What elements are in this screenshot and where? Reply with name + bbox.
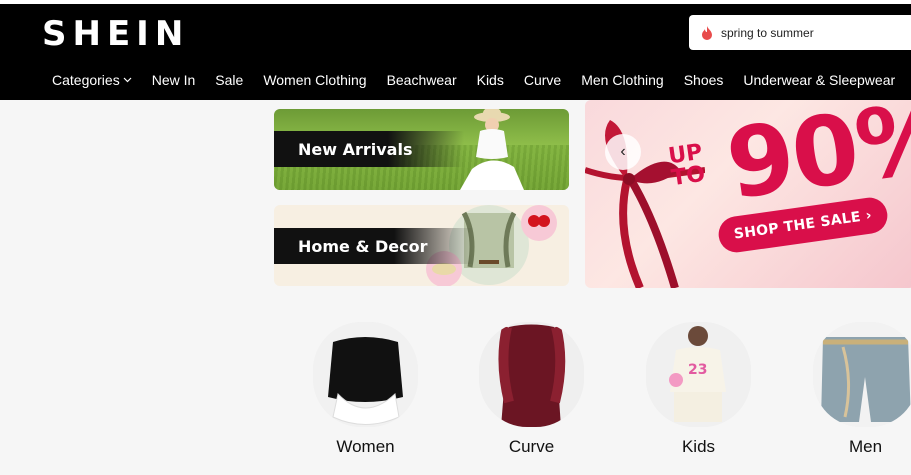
chevron-down-icon	[123, 77, 132, 83]
category-men[interactable]: Men	[813, 322, 911, 457]
nav-curve[interactable]: Curve	[524, 72, 561, 88]
nav-sale[interactable]: Sale	[215, 72, 243, 88]
site-header: SHEIN Categories New In Sale Women Cloth…	[0, 4, 911, 100]
home-decor-banner[interactable]: Home & Decor	[274, 205, 569, 286]
nav-beachwear[interactable]: Beachwear	[387, 72, 457, 88]
svg-text:23: 23	[688, 362, 707, 378]
trending-flame-icon	[702, 25, 712, 40]
category-curve-label: Curve	[508, 437, 555, 456]
nav-label: Categories	[52, 72, 120, 88]
chevron-left-icon: ‹	[620, 143, 626, 160]
category-kids[interactable]: 23 Kids	[646, 322, 751, 457]
model-photo	[460, 109, 524, 190]
promo-up-to-text: UP TO	[666, 139, 707, 192]
category-men-label: Men	[848, 437, 883, 456]
category-curve[interactable]: Curve	[479, 322, 584, 457]
nav-kids[interactable]: Kids	[477, 72, 504, 88]
shein-logo[interactable]: SHEIN	[42, 14, 189, 54]
new-arrivals-label: New Arrivals	[274, 131, 464, 167]
category-nav: Categories New In Sale Women Clothing Be…	[52, 72, 911, 88]
nav-new-in[interactable]: New In	[152, 72, 196, 88]
sale-promo-banner[interactable]: ‹ UP TO 90% SHOP THE SALE ›	[585, 100, 911, 288]
category-kids-label: Kids	[681, 437, 716, 456]
category-men-image	[813, 322, 911, 427]
gift-ribbon-graphic	[585, 120, 705, 288]
category-row: Women Curve 23 Kids Men	[0, 322, 911, 456]
search-input[interactable]	[721, 25, 911, 40]
category-women-label: Women	[336, 437, 395, 456]
nav-underwear-sleepwear[interactable]: Underwear & Sleepwear	[743, 72, 895, 88]
carousel-prev-button[interactable]: ‹	[605, 134, 641, 170]
category-women[interactable]: Women	[313, 322, 418, 457]
nav-women-clothing[interactable]: Women Clothing	[263, 72, 366, 88]
search-box[interactable]	[689, 15, 911, 50]
nav-men-clothing[interactable]: Men Clothing	[581, 72, 664, 88]
nav-categories[interactable]: Categories	[52, 72, 132, 88]
nav-shoes[interactable]: Shoes	[684, 72, 724, 88]
category-women-image	[313, 322, 418, 427]
home-decor-label: Home & Decor	[274, 228, 474, 264]
category-kids-image: 23	[646, 322, 751, 427]
new-arrivals-banner[interactable]: New Arrivals	[274, 109, 569, 190]
category-curve-image	[479, 322, 584, 427]
